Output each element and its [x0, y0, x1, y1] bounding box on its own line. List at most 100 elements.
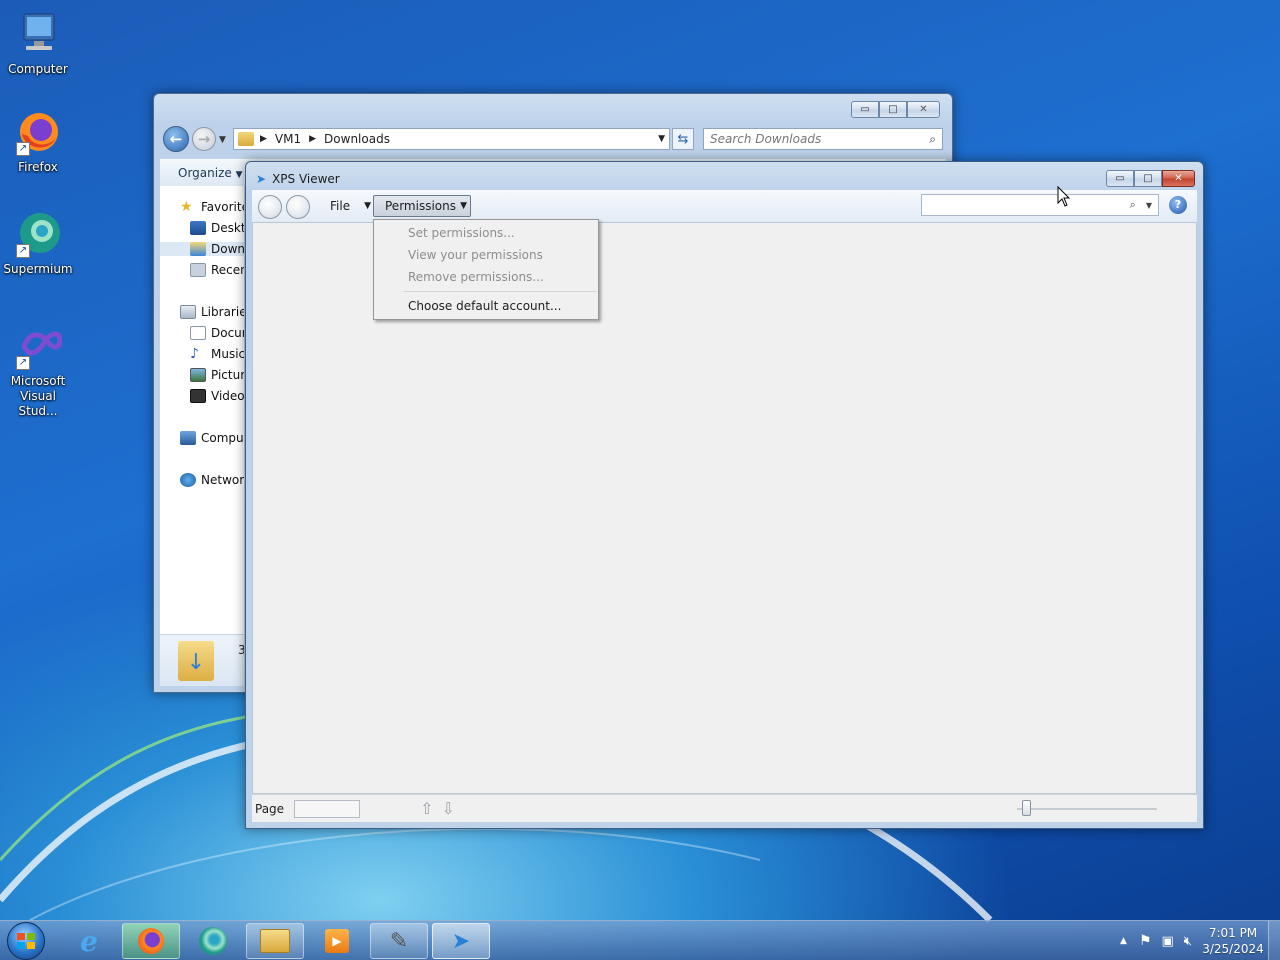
menu-item-remove-permissions[interactable]: Remove permissions... — [374, 266, 598, 288]
show-desktop-button[interactable] — [1268, 921, 1280, 960]
nav-label: Network — [201, 473, 244, 487]
computer-icon — [14, 10, 62, 58]
network-icon[interactable]: ▣ — [1162, 934, 1174, 949]
nav-recent-places[interactable]: Recent Places — [190, 263, 244, 277]
nav-label: Favorites — [201, 200, 244, 214]
search-downloads-input[interactable]: Search Downloads ⌕ — [703, 128, 943, 150]
nav-network[interactable]: Network — [180, 473, 244, 487]
refresh-button[interactable]: ⇆ — [672, 128, 694, 150]
nav-favorites[interactable]: ★ Favorites — [180, 200, 244, 214]
desktop-icon-visual-studio[interactable]: ↗ Microsoft Visual Stud... — [0, 322, 76, 419]
close-button[interactable]: ✕ — [1162, 170, 1195, 187]
taskbar-file-explorer[interactable] — [246, 923, 304, 959]
window-title: XPS Viewer — [272, 172, 340, 186]
nav-label: Documents — [211, 326, 244, 340]
taskbar-supermium[interactable] — [184, 923, 242, 959]
nav-label: Recent Places — [211, 263, 244, 277]
volume-muted-icon[interactable]: 🔇︎ — [1184, 934, 1192, 949]
address-bar[interactable]: ▶ VM1 ▶ Downloads ▼ — [233, 128, 670, 150]
address-dropdown-icon[interactable]: ▼ — [658, 134, 665, 144]
menu-item-view-permissions[interactable]: View your permissions — [374, 244, 598, 266]
nav-label: Music — [211, 347, 244, 361]
firefox-icon: ↗ — [14, 108, 62, 156]
permissions-menu-button[interactable]: Permissions ▼ — [373, 195, 471, 217]
find-input[interactable]: ⌕ ▼ — [921, 194, 1159, 216]
maximize-button[interactable]: □ — [879, 101, 907, 118]
next-page-icon[interactable]: ⇩ — [441, 799, 454, 818]
breadcrumb-vm1[interactable]: VM1 — [275, 132, 301, 146]
videos-icon — [190, 389, 206, 403]
menu-item-choose-default-account[interactable]: Choose default account... — [374, 295, 598, 317]
breadcrumb-downloads[interactable]: Downloads — [324, 132, 390, 146]
desktop-icon-label: Microsoft Visual Stud... — [10, 374, 66, 418]
minimize-button[interactable]: ▭ — [1106, 170, 1134, 187]
start-button[interactable] — [7, 922, 45, 960]
clock-date: 3/25/2024 — [1202, 942, 1264, 956]
recent-pages-dropdown-icon[interactable]: ▼ — [219, 135, 226, 145]
nav-computer[interactable]: Computer — [180, 431, 244, 445]
back-button[interactable] — [258, 195, 282, 219]
menu-item-set-permissions[interactable]: Set permissions... — [374, 222, 598, 244]
taskbar-firefox[interactable] — [122, 923, 180, 959]
forward-button[interactable]: → — [192, 127, 216, 151]
page-number-input[interactable] — [294, 799, 361, 818]
nav-label: Libraries — [201, 305, 244, 319]
documents-icon — [190, 326, 206, 340]
nav-label: Desktop — [211, 221, 244, 235]
nav-music[interactable]: ♪ Music — [190, 347, 244, 361]
downloads-folder-icon — [190, 242, 206, 256]
xps-title-bar[interactable]: ➤ XPS Viewer — [256, 172, 340, 186]
nav-desktop[interactable]: Desktop — [190, 221, 244, 235]
mouse-cursor — [1057, 186, 1071, 207]
nav-videos[interactable]: Videos — [190, 389, 244, 403]
back-button[interactable]: ← — [163, 126, 189, 152]
details-item-count: 3 — [238, 643, 244, 657]
xps-viewer-icon: ➤ — [451, 928, 471, 954]
xps-viewer-window[interactable]: ➤ XPS Viewer ▭ □ ✕ File ▼ Permissions ▼ … — [245, 161, 1204, 829]
clock[interactable]: 7:01 PM 3/25/2024 — [1198, 925, 1268, 957]
forward-button[interactable] — [286, 195, 310, 219]
navigation-pane: ★ Favorites Desktop Downloads Recent Plac… — [160, 186, 244, 686]
close-button[interactable]: ✕ — [907, 101, 940, 118]
search-icon: ⌕ — [929, 131, 936, 146]
help-icon[interactable]: ? — [1169, 196, 1187, 214]
organize-button[interactable]: Organize ▼ — [178, 166, 243, 180]
action-center-flag-icon[interactable]: ⚑ — [1139, 933, 1152, 949]
previous-page-icon[interactable]: ⇧ — [420, 799, 433, 818]
taskbar-internet-explorer[interactable]: e — [60, 923, 118, 959]
firefox-icon — [138, 928, 164, 954]
zoom-slider-thumb[interactable] — [1022, 800, 1031, 816]
minimize-button[interactable]: ▭ — [851, 101, 879, 118]
find-dropdown-icon[interactable]: ▼ — [1146, 201, 1152, 210]
search-icon: ⌕ — [1129, 198, 1136, 211]
nav-label: Downloads — [211, 242, 244, 256]
nav-pictures[interactable]: Pictures — [190, 368, 244, 382]
media-player-icon: ▶ — [325, 929, 349, 953]
show-hidden-icons-icon[interactable]: ▲ — [1120, 936, 1127, 946]
nav-documents[interactable]: Documents — [190, 326, 244, 340]
supermium-icon: ↗ — [14, 210, 62, 258]
visual-studio-icon: ↗ — [14, 322, 63, 370]
libraries-icon — [180, 305, 196, 319]
nav-downloads[interactable]: Downloads — [160, 242, 244, 256]
windows-logo-icon — [17, 933, 35, 949]
maximize-button[interactable]: □ — [1134, 170, 1162, 187]
pictures-icon — [190, 368, 206, 382]
taskbar-media-player[interactable]: ▶ — [308, 923, 366, 959]
internet-explorer-icon: e — [80, 924, 98, 958]
organize-label: Organize — [178, 165, 232, 180]
desktop-icon-firefox[interactable]: ↗ Firefox — [0, 108, 76, 175]
permissions-dropdown-menu: Set permissions... View your permissions… — [373, 219, 599, 320]
desktop-icon-computer[interactable]: Computer — [0, 10, 76, 77]
shortcut-arrow-icon: ↗ — [16, 356, 30, 370]
desktop-icon — [190, 221, 206, 235]
taskbar-cheat-engine[interactable]: ✎ — [370, 923, 428, 959]
file-menu-button[interactable]: File ▼ — [330, 195, 371, 217]
taskbar-xps-viewer[interactable]: ➤ — [432, 923, 490, 959]
supermium-icon — [199, 927, 227, 955]
desktop-icon-label: Computer — [8, 62, 68, 76]
file-menu-label: File — [330, 199, 351, 213]
zoom-slider[interactable] — [1017, 808, 1157, 810]
desktop-icon-supermium[interactable]: ↗ Supermium — [0, 210, 76, 277]
nav-libraries[interactable]: Libraries — [180, 305, 244, 319]
